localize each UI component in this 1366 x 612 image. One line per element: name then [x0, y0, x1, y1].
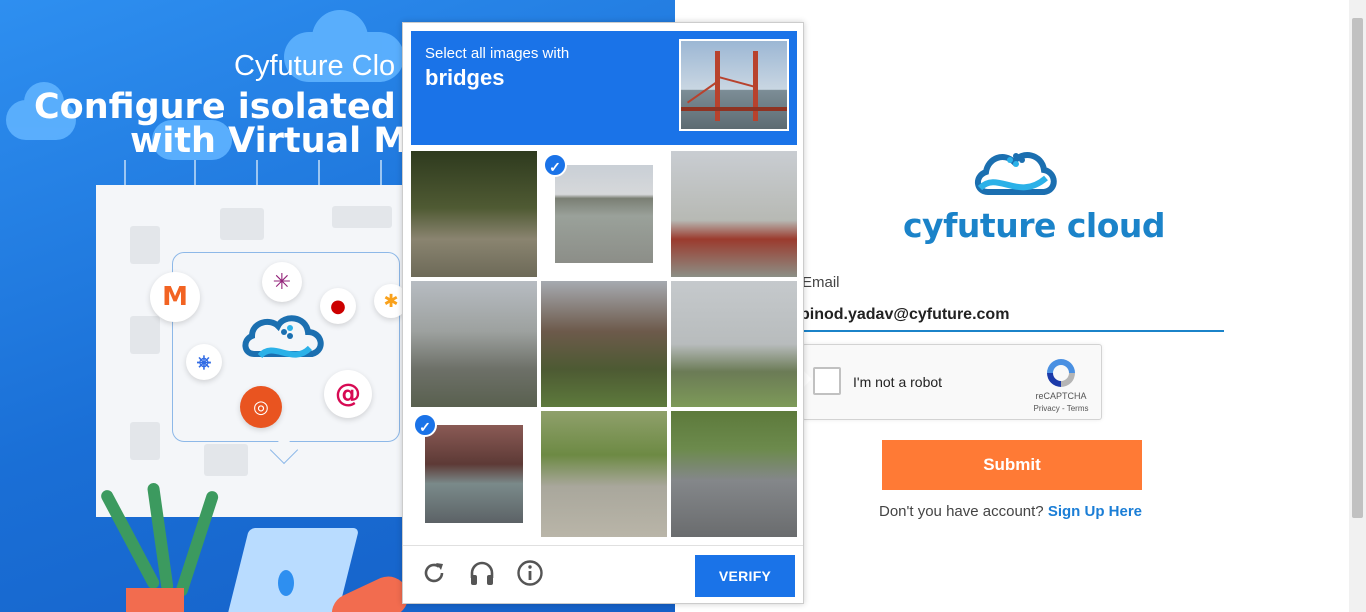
signup-link[interactable]: Sign Up Here: [1048, 503, 1142, 520]
image-tile-selected[interactable]: ✓: [411, 411, 537, 537]
illustration-rail: [96, 160, 416, 186]
folder-icon: [220, 208, 264, 240]
image-tile-selected[interactable]: ✓: [541, 151, 667, 277]
signup-line: Don't you have account? Sign Up Here: [879, 503, 1142, 520]
document-icon: [130, 226, 160, 264]
audio-icon[interactable]: [467, 558, 497, 588]
window-icon: [332, 206, 392, 228]
recaptcha-logo-icon: [1047, 359, 1075, 387]
recaptcha-privacy-terms-link[interactable]: Privacy - Terms: [1023, 404, 1099, 413]
challenge-grid: ✓ ✓: [411, 151, 799, 539]
image-tile[interactable]: [411, 281, 537, 407]
document-icon: [130, 422, 160, 460]
image-tile[interactable]: [541, 281, 667, 407]
image-tile[interactable]: [671, 411, 797, 537]
image-tile[interactable]: [541, 411, 667, 537]
scrollbar-thumb[interactable]: [1352, 18, 1363, 518]
image-tile[interactable]: [671, 281, 797, 407]
challenge-header: Select all images with bridges: [411, 31, 797, 145]
email-field[interactable]: [800, 300, 1224, 332]
captcha-challenge: Select all images with bridges ✓ ✓ VERIF…: [402, 22, 804, 604]
recaptcha-brand: reCAPTCHA: [1035, 391, 1087, 401]
info-icon[interactable]: [515, 558, 545, 588]
recaptcha-widget: I'm not a robot reCAPTCHA Privacy - Term…: [802, 344, 1102, 420]
submit-button[interactable]: Submit: [882, 440, 1142, 490]
checkmark-icon: ✓: [413, 413, 437, 437]
verify-button[interactable]: VERIFY: [695, 555, 795, 597]
challenge-sample-image: [679, 39, 789, 131]
ubuntu-icon: ◎: [240, 386, 282, 428]
hero-subtitle: Cyfuture Clo: [234, 50, 396, 82]
challenge-footer: VERIFY: [403, 545, 803, 603]
challenge-target: bridges: [425, 65, 505, 90]
laptop-logo: [278, 570, 294, 596]
email-label: Email: [802, 274, 840, 291]
checkmark-icon: ✓: [543, 153, 567, 177]
recaptcha-label: I'm not a robot: [853, 374, 943, 390]
cyfuture-center-logo-icon: [242, 315, 324, 359]
page: Cyfuture Clo Configure isolated c with V…: [0, 0, 1366, 612]
plant-pot: [126, 588, 184, 612]
recaptcha-checkbox[interactable]: [813, 367, 841, 395]
brand-name: cyfuture cloud: [903, 206, 1166, 245]
reload-icon[interactable]: [419, 558, 449, 588]
magento-icon: M: [150, 272, 200, 322]
signup-prompt: Don't you have account?: [879, 503, 1044, 520]
folder-icon: [204, 444, 248, 476]
document-icon: [130, 316, 160, 354]
debian-icon: @: [324, 370, 372, 418]
image-tile[interactable]: [411, 151, 537, 277]
challenge-prompt: Select all images with: [425, 45, 570, 62]
image-tile[interactable]: [671, 151, 797, 277]
kubernetes-icon: ⎈: [186, 344, 222, 380]
centos-icon: ✳: [262, 262, 302, 302]
